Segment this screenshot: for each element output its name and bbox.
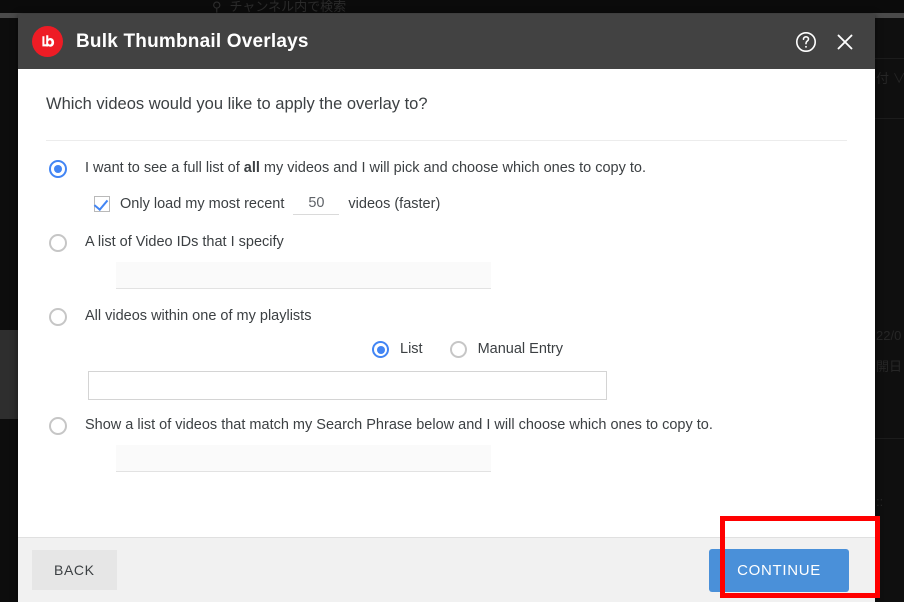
- playlist-select-input[interactable]: [88, 371, 607, 400]
- checkbox-only-load-recent[interactable]: [94, 196, 110, 212]
- background-text-line: 22/0: [876, 328, 902, 343]
- close-icon[interactable]: [833, 30, 857, 54]
- divider: [46, 140, 847, 141]
- background-search-bar: ⚲ チャンネル内で検索: [0, 0, 904, 13]
- modal-body: Which videos would you like to apply the…: [18, 69, 875, 537]
- background-divider: [875, 58, 904, 59]
- back-button[interactable]: BACK: [32, 550, 117, 590]
- background-divider: [875, 438, 904, 439]
- option-row-video-ids[interactable]: A list of Video IDs that I specify: [46, 233, 847, 252]
- recent-video-count-input[interactable]: [293, 193, 340, 215]
- radio-playlist[interactable]: [49, 308, 67, 326]
- video-ids-input[interactable]: [116, 262, 491, 289]
- playlist-mode-radios: List Manual Entry: [369, 340, 847, 358]
- radio-all-videos[interactable]: [49, 160, 67, 178]
- background-divider: [875, 118, 904, 119]
- option-label-search-phrase: Show a list of videos that match my Sear…: [85, 417, 713, 433]
- background-text-line: ::: [876, 494, 884, 509]
- radio-playlist-mode-list[interactable]: [372, 341, 389, 358]
- background-search-text: チャンネル内で検索: [229, 0, 347, 13]
- background-text-line: 付 ∨: [876, 71, 904, 86]
- option-label-playlist: All videos within one of my playlists: [85, 308, 312, 324]
- page-question: Which videos would you like to apply the…: [46, 95, 428, 113]
- sub-row-recent-limit: Only load my most recent videos (faster): [94, 193, 847, 215]
- background-right-column: 付 ∨ 22/0 開日 ::: [875, 18, 904, 602]
- radio-playlist-mode-manual-entry[interactable]: [449, 341, 467, 358]
- search-phrase-input[interactable]: [116, 445, 491, 472]
- radio-label-playlist-mode-list: List: [400, 341, 423, 357]
- option-row-all-videos[interactable]: I want to see a full list of all my vide…: [46, 159, 847, 178]
- checkbox-label-only-load-recent: Only load my most recent: [120, 196, 285, 212]
- bulk-thumbnail-overlays-modal: Bulk Thumbnail Overlays Which videos wou…: [18, 14, 875, 602]
- modal-footer: BACK CONTINUE: [18, 537, 875, 602]
- search-icon: ⚲: [212, 0, 222, 13]
- modal-header: Bulk Thumbnail Overlays: [18, 14, 875, 69]
- option-row-search-phrase[interactable]: Show a list of videos that match my Sear…: [46, 416, 847, 435]
- radio-video-ids[interactable]: [49, 234, 67, 252]
- tubebuddy-logo-icon: [32, 26, 63, 57]
- option-label-video-ids: A list of Video IDs that I specify: [85, 234, 284, 250]
- continue-button[interactable]: CONTINUE: [709, 548, 849, 592]
- radio-search-phrase[interactable]: [49, 417, 67, 435]
- page-title: Bulk Thumbnail Overlays: [76, 30, 309, 52]
- help-circle-icon[interactable]: [793, 29, 819, 55]
- option-label-all-videos: I want to see a full list of all my vide…: [85, 160, 646, 176]
- option-row-playlist[interactable]: All videos within one of my playlists: [46, 307, 847, 326]
- recent-count-trailing-label: videos (faster): [348, 196, 441, 212]
- background-text-line: 開日: [876, 359, 903, 374]
- radio-label-playlist-mode-manual-entry: Manual Entry: [477, 341, 564, 357]
